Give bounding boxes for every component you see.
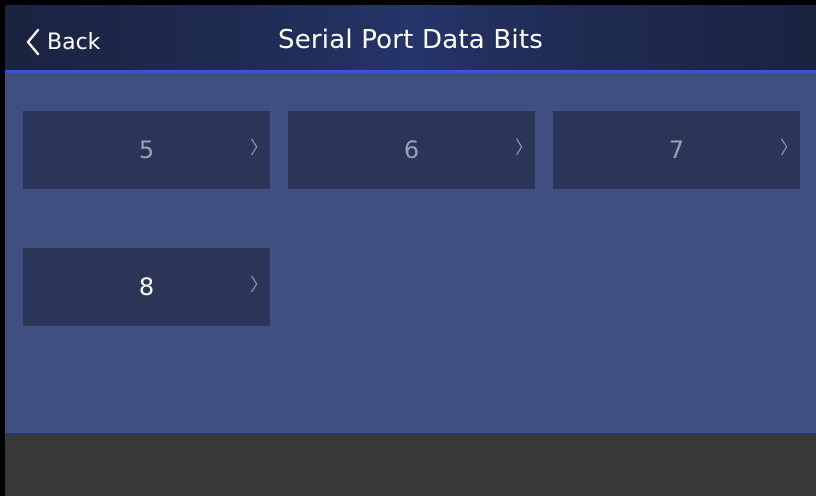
option-value: 6 bbox=[403, 136, 420, 164]
option-7-button[interactable]: 7 〉 bbox=[553, 111, 800, 189]
chevron-right-icon: 〉 bbox=[250, 275, 268, 296]
page-title: Serial Port Data Bits bbox=[278, 25, 543, 55]
option-value: 8 bbox=[138, 273, 155, 301]
option-5-button[interactable]: 5 〉 bbox=[23, 111, 270, 189]
chevron-right-icon: 〉 bbox=[515, 138, 533, 159]
option-value: 5 bbox=[138, 136, 155, 164]
header-bar: Back Serial Port Data Bits bbox=[5, 5, 816, 73]
chevron-right-icon: 〉 bbox=[780, 138, 798, 159]
option-6-button[interactable]: 6 〉 bbox=[288, 111, 535, 189]
option-value: 7 bbox=[668, 136, 685, 164]
chevron-right-icon: 〉 bbox=[250, 138, 268, 159]
footer-bar bbox=[5, 436, 816, 496]
device-screen: Back Serial Port Data Bits 5 〉 6 〉 7 〉 8… bbox=[5, 5, 816, 496]
options-panel: 5 〉 6 〉 7 〉 8 〉 bbox=[5, 73, 816, 436]
option-8-button[interactable]: 8 〉 bbox=[23, 248, 270, 326]
